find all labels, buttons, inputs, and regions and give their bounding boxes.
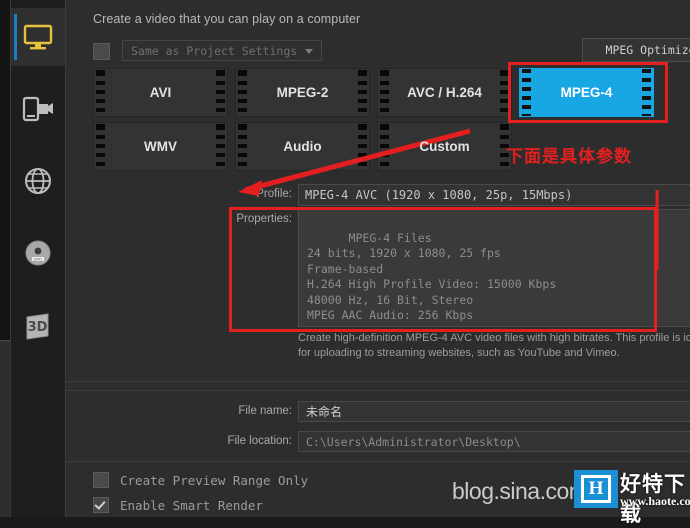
format-tile-wmv[interactable]: WMV — [93, 122, 228, 171]
filmstrip-perforation-icon — [642, 69, 651, 116]
watermark-url-text: www.haote.com — [620, 494, 690, 508]
divider — [66, 390, 690, 391]
sidebar-item-device[interactable] — [11, 80, 65, 138]
left-edge-lower — [0, 341, 10, 517]
file-location-label: File location: — [227, 435, 292, 447]
profile-dropdown[interactable]: MPEG-4 AVC (1920 x 1080, 25p, 15Mbps) — [298, 184, 690, 206]
filmstrip-perforation-icon — [216, 123, 225, 170]
left-edge-upper — [0, 0, 10, 341]
file-location-value: C:\Users\Administrator\Desktop\ — [306, 434, 521, 449]
monitor-icon — [23, 24, 53, 50]
device-camcorder-icon — [22, 96, 53, 122]
filmstrip-perforation-icon — [380, 69, 389, 116]
format-tile-label: MPEG-4 — [560, 85, 613, 100]
project-settings-dropdown[interactable]: Same as Project Settings — [122, 40, 322, 61]
watermark: blog.sina.com H 好特下载 www.haote.com — [452, 468, 690, 526]
format-tile-avi[interactable]: AVI — [93, 68, 228, 117]
format-tile-avc-h264[interactable]: AVC / H.264 — [377, 68, 512, 117]
format-tile-mpeg2[interactable]: MPEG-2 — [235, 68, 370, 117]
format-tile-label: WMV — [144, 139, 177, 154]
format-tile-label: AVC / H.264 — [407, 85, 482, 100]
properties-text: MPEG-4 Files 24 bits, 1920 x 1080, 25 fp… — [307, 230, 557, 323]
watermark-logo-letter: H — [581, 475, 611, 503]
profile-label: Profile: — [256, 188, 292, 200]
file-name-label: File name: — [238, 405, 292, 417]
filmstrip-perforation-icon — [96, 69, 105, 116]
filmstrip-perforation-icon — [500, 69, 509, 116]
file-name-value: 未命名 — [306, 405, 343, 419]
svg-text:DVD: DVD — [34, 257, 42, 261]
file-name-input[interactable]: 未命名 — [298, 401, 690, 422]
format-tile-label: Custom — [419, 139, 470, 154]
mpeg-optimizer-button[interactable]: MPEG Optimizer — [582, 38, 690, 62]
create-preview-range-only-label: Create Preview Range Only — [120, 472, 309, 488]
svg-text:3D: 3D — [28, 320, 48, 335]
output-target-sidebar: DVD 3D — [11, 0, 66, 517]
export-dialog: DVD 3D Create a video that you can play … — [0, 0, 690, 526]
enable-smart-render-label: Enable Smart Render — [120, 497, 263, 513]
filmstrip-perforation-icon — [238, 123, 247, 170]
file-location-input[interactable]: C:\Users\Administrator\Desktop\ — [298, 431, 690, 452]
window-left-edge — [0, 0, 11, 517]
watermark-sina-text: blog.sina.com — [452, 478, 588, 504]
filmstrip-perforation-icon — [96, 123, 105, 170]
sidebar-item-3d[interactable]: 3D — [11, 296, 65, 354]
active-indicator-bar — [14, 14, 17, 60]
filmstrip-perforation-icon — [216, 69, 225, 116]
profile-value: MPEG-4 AVC (1920 x 1080, 25p, 15Mbps) — [305, 188, 573, 202]
dvd-disc-icon: DVD — [25, 240, 51, 266]
create-preview-range-only-row[interactable]: Create Preview Range Only — [93, 472, 308, 488]
3d-icon: 3D — [26, 313, 49, 340]
format-tile-label: Audio — [283, 139, 322, 154]
format-tile-mpeg4[interactable]: MPEG-4 — [519, 68, 654, 117]
enable-smart-render-checkbox[interactable] — [93, 497, 109, 513]
format-tile-audio[interactable]: Audio — [235, 122, 370, 171]
format-tile-label: AVI — [149, 85, 172, 100]
enable-smart-render-row[interactable]: Enable Smart Render — [93, 497, 263, 513]
sidebar-item-web[interactable] — [11, 152, 65, 210]
create-preview-range-only-checkbox[interactable] — [93, 472, 109, 488]
same-as-project-settings-checkbox[interactable] — [93, 43, 110, 60]
watermark-logo: H — [574, 470, 618, 508]
format-tile-custom[interactable]: Custom — [377, 122, 512, 171]
profile-description: Create high-definition MPEG-4 AVC video … — [298, 332, 690, 359]
format-tile-label: MPEG-2 — [276, 85, 329, 100]
project-settings-value: Same as Project Settings — [131, 43, 298, 58]
properties-label: Properties: — [236, 213, 292, 225]
chevron-down-icon — [305, 49, 313, 54]
filmstrip-perforation-icon — [358, 69, 367, 116]
panel-headline: Create a video that you can play on a co… — [93, 12, 361, 26]
filmstrip-perforation-icon — [358, 123, 367, 170]
annotation-note-cjk: 下面是具体参数 — [506, 147, 632, 167]
main-panel: Create a video that you can play on a co… — [66, 0, 690, 517]
sidebar-item-computer[interactable] — [11, 8, 65, 66]
properties-textbox[interactable]: MPEG-4 Files 24 bits, 1920 x 1080, 25 fp… — [298, 209, 690, 327]
filmstrip-perforation-icon — [522, 69, 531, 116]
divider — [66, 461, 690, 462]
filmstrip-perforation-icon — [380, 123, 389, 170]
divider — [66, 381, 690, 382]
globe-icon — [25, 168, 51, 194]
sidebar-item-disc[interactable]: DVD — [11, 224, 65, 282]
filmstrip-perforation-icon — [238, 69, 247, 116]
